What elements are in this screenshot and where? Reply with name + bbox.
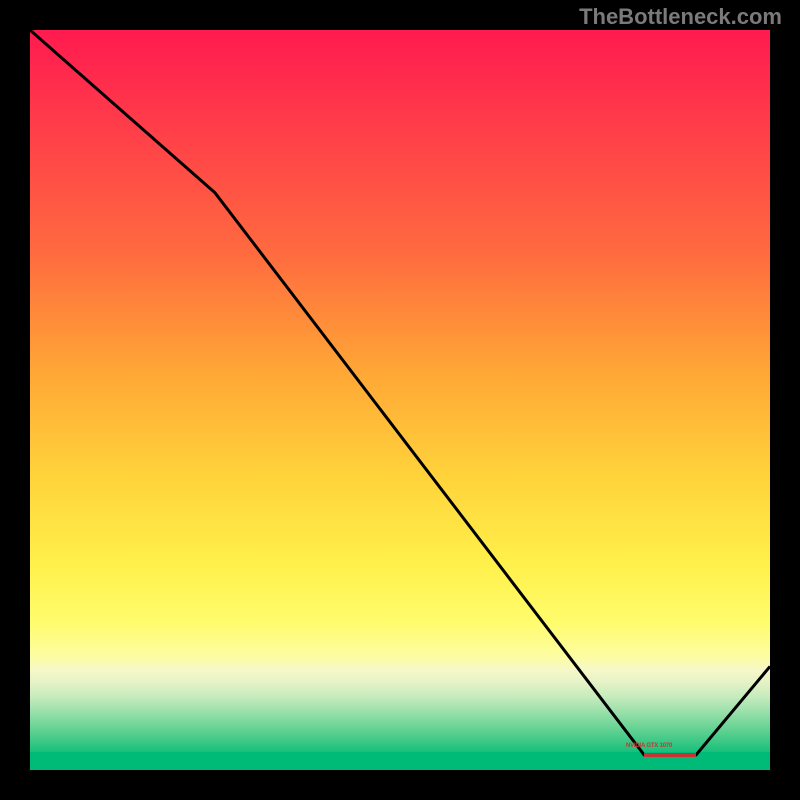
bottleneck-curve xyxy=(30,30,770,755)
chart-container: TheBottleneck.com NVIDIA GTX 1070 xyxy=(0,0,800,800)
line-overlay xyxy=(30,30,770,770)
plot-area: NVIDIA GTX 1070 xyxy=(30,30,770,770)
optimal-gpu-annotation: NVIDIA GTX 1070 xyxy=(626,743,672,749)
watermark: TheBottleneck.com xyxy=(579,4,782,30)
